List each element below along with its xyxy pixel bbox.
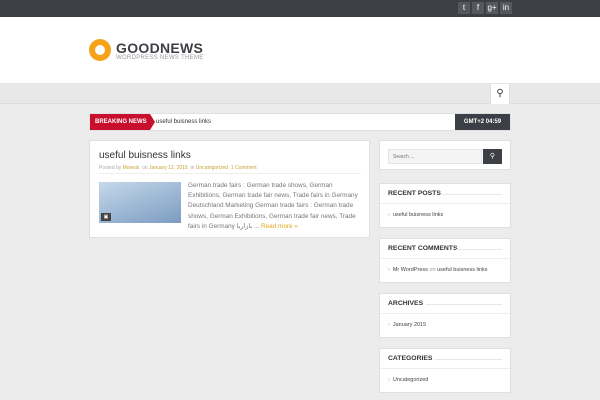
comment-on-label: on [429,267,436,273]
clock-display: GMT+2 04:59 [455,114,510,130]
search-icon[interactable]: ⚲ [490,84,510,104]
read-more-link[interactable]: Read more » [261,223,298,230]
categories-widget: CATEGORIES › Uncategorized [379,348,511,393]
divider [456,249,502,250]
chevron-right-icon: › [388,377,390,383]
archive-item[interactable]: › January 2015 [388,322,426,328]
twitter-icon[interactable]: t [458,2,470,14]
posted-by-label: Posted by [99,165,122,171]
main-nav: ⚲ [0,84,600,104]
archive-link[interactable]: January 2015 [393,322,426,328]
recent-posts-widget: RECENT POSTS › useful buisness links [379,183,511,228]
comment-author-link[interactable]: Mr WordPress [393,267,428,273]
divider [380,258,510,259]
google-plus-icon[interactable]: g+ [486,2,498,14]
archives-widget: ARCHIVES › January 2015 [379,293,511,338]
post-category-link[interactable]: Uncategorized [196,165,228,171]
search-button[interactable]: ⚲ [483,149,502,164]
divider [380,203,510,204]
recent-post-link[interactable]: useful buisness links [393,212,443,218]
divider [380,313,510,314]
social-links: t f g+ in [458,2,512,14]
category-prefix: in [190,165,195,171]
site-header: GOODNEWS WORDPRESS NEWS THEME [0,17,600,84]
recent-comment-item: › Mr WordPress on useful buisness links [388,267,488,273]
logo-icon[interactable] [89,39,111,61]
category-item[interactable]: › Uncategorized [388,377,428,383]
recent-comments-widget: RECENT COMMENTS › Mr WordPress on useful … [379,238,511,283]
excerpt-ellipsis: ... [253,222,260,230]
breaking-news-label: BREAKING NEWS [90,114,155,130]
divider [442,194,502,195]
site-logo-text[interactable]: GOODNEWS [116,40,203,56]
post-thumbnail[interactable]: ▣ [99,182,181,223]
divider [426,304,502,305]
sidebar-search-widget: ⚲ [379,140,511,170]
linkedin-icon[interactable]: in [500,2,512,14]
breaking-news-link[interactable]: useful buisness links [156,114,211,130]
date-prefix: on [142,165,148,171]
post-card: useful buisness links Posted by Mowsis o… [89,140,370,238]
recent-post-item[interactable]: › useful buisness links [388,212,443,218]
image-format-icon: ▣ [101,213,111,221]
chevron-right-icon: › [388,212,390,218]
top-bar: t f g+ in [0,0,600,17]
divider [380,368,510,369]
widget-title: RECENT COMMENTS [388,245,458,252]
widget-title: CATEGORIES [388,355,433,362]
search-input[interactable] [388,149,482,164]
post-date-link[interactable]: January 12, 2015 [149,165,188,171]
post-author-link[interactable]: Mowsis [123,165,140,171]
post-comments-link[interactable]: 1 Comment [231,165,257,171]
widget-title: RECENT POSTS [388,190,441,197]
breaking-news-ticker: BREAKING NEWS useful buisness links GMT+… [89,113,511,131]
comment-post-link[interactable]: useful buisness links [437,267,487,273]
divider [99,173,361,174]
facebook-icon[interactable]: f [472,2,484,14]
chevron-right-icon: › [388,322,390,328]
post-meta: Posted by Mowsis on January 12, 2015 in … [99,165,257,171]
site-tagline: WORDPRESS NEWS THEME [116,55,204,61]
widget-title: ARCHIVES [388,300,424,307]
chevron-right-icon: › [388,267,390,273]
divider [434,359,502,360]
post-excerpt: German trade fairs : German trade shows,… [188,181,363,232]
post-title[interactable]: useful buisness links [99,150,191,161]
category-link[interactable]: Uncategorized [393,377,428,383]
